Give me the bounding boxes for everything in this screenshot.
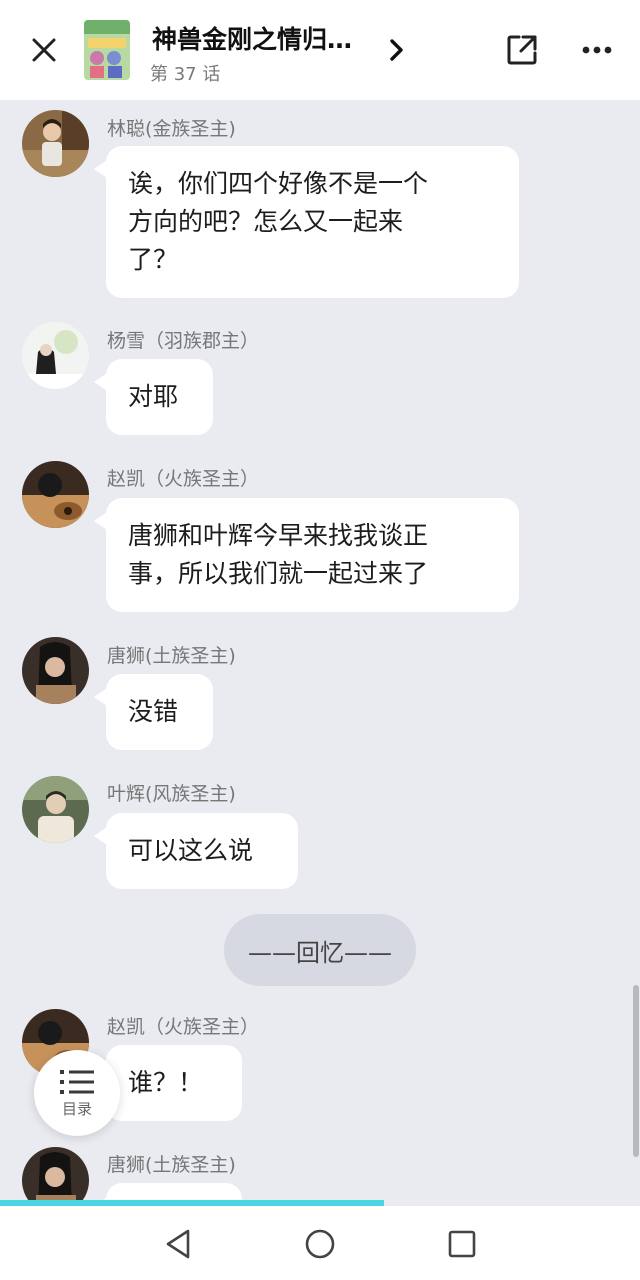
nav-home-button[interactable] [300,1224,340,1264]
message-line: 唐狮和叶辉今早来找我谈正 [128,521,429,550]
sender-name: 林聪(金族圣主) [107,118,236,140]
message-line: 没错 [128,697,179,726]
toc-label: 目录 [61,1099,92,1118]
list-icon [60,1069,94,1094]
scrollbar[interactable] [633,985,639,1157]
close-icon [32,38,56,62]
message-line: 事，所以我们就一起过来了 [128,559,429,588]
message-bubble[interactable]: 唐狮和叶辉今早来找我谈正 事，所以我们就一起过来了 [94,498,519,612]
comic-cover-thumbnail[interactable] [84,20,130,80]
episode-label: 第 37 话 [150,64,221,85]
sender-name: 赵凯（火族圣主） [107,468,260,490]
chat-feed[interactable]: 林聪(金族圣主) 诶，你们四个好像不是一个 方向的吧？怎么又一起来 了？ 杨雪（… [0,100,640,1200]
nav-back-button[interactable] [158,1224,198,1264]
message-line: 诶，你们四个好像不是一个 [128,169,429,198]
message-bubble[interactable]: 可以这么说 [94,813,298,889]
message-bubble[interactable] [94,1183,242,1200]
message-bubble[interactable]: 诶，你们四个好像不是一个 方向的吧？怎么又一起来 了？ [94,146,519,298]
message-bubble[interactable]: 对耶 [94,359,213,435]
nav-recents-button[interactable] [442,1224,482,1264]
avatar-zhaokai[interactable] [22,461,89,528]
share-button[interactable] [500,28,544,72]
sender-name: 唐狮(土族圣主) [107,645,236,667]
sender-name: 杨雪（羽族郡主） [107,330,260,352]
more-icon [582,46,612,54]
message-line: 方向的吧？怎么又一起来 [128,207,404,236]
home-circle-icon [305,1229,335,1259]
sender-name: 唐狮(土族圣主) [107,1154,236,1176]
comic-details-button[interactable] [380,34,412,66]
table-of-contents-button[interactable]: 目录 [34,1050,120,1136]
message-bubble[interactable]: 谁？！ [94,1045,242,1121]
message-bubble[interactable]: 没错 [94,674,213,750]
flashback-divider: ——回忆—— [224,914,416,986]
top-bar: 神兽金刚之情归… 第 37 话 [0,0,640,100]
sender-name: 叶辉(风族圣主) [107,783,236,805]
avatar-tangshi[interactable] [22,1147,89,1200]
close-button[interactable] [24,30,64,70]
more-options-button[interactable] [574,30,620,70]
recents-square-icon [448,1230,476,1258]
avatar-lincong[interactable] [22,110,89,177]
system-navigation-bar [0,1206,640,1280]
avatar-yehui[interactable] [22,776,89,843]
comic-title[interactable]: 神兽金刚之情归… [152,20,352,56]
avatar-tangshi[interactable] [22,637,89,704]
avatar-yangxue[interactable] [22,322,89,389]
share-icon [507,35,537,65]
chevron-right-icon [390,39,403,61]
message-line: 可以这么说 [128,836,254,865]
message-line: 了？ [128,245,179,274]
back-triangle-icon [166,1229,190,1259]
message-line: 谁？！ [128,1068,204,1097]
message-line: 对耶 [128,382,179,411]
sender-name: 赵凯（火族圣主） [107,1016,260,1038]
